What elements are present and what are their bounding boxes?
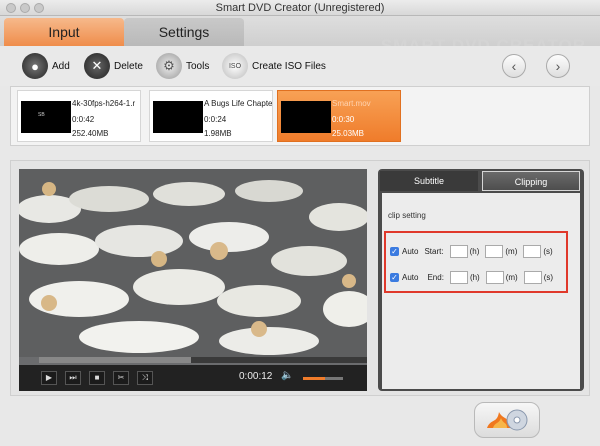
end-hours-input[interactable] bbox=[449, 270, 468, 284]
clip-duration: 0:0:30 bbox=[332, 115, 355, 124]
chevron-left-icon: ‹ bbox=[511, 58, 517, 74]
end-label: End: bbox=[427, 272, 444, 282]
clipping-settings: clip setting ✓ Auto Start: (h) (m) (s) ✓… bbox=[382, 193, 580, 389]
start-hours-input[interactable] bbox=[449, 244, 468, 258]
add-button[interactable]: ● Add bbox=[22, 52, 70, 80]
clip-size: 1.98MB bbox=[204, 129, 232, 138]
hours-unit: (h) bbox=[469, 246, 480, 256]
seconds-unit: (s) bbox=[543, 272, 554, 282]
seek-bar[interactable] bbox=[39, 357, 367, 363]
title-bar: Smart DVD Creator (Unregistered) bbox=[0, 0, 600, 16]
stop-icon: ■ bbox=[94, 373, 100, 382]
gear-icon: ⚙ bbox=[156, 53, 182, 79]
add-label: Add bbox=[52, 60, 70, 72]
start-auto-label: Auto bbox=[402, 246, 419, 256]
end-seconds-input[interactable] bbox=[523, 270, 542, 284]
tools-button[interactable]: ⚙ Tools bbox=[156, 52, 209, 80]
seek-bar-fill bbox=[39, 357, 191, 363]
delete-x-icon: ✕ bbox=[84, 53, 110, 79]
clip-duration: 0:0:24 bbox=[204, 115, 227, 124]
start-seconds-input[interactable] bbox=[523, 244, 542, 258]
tab-settings[interactable]: Settings bbox=[124, 18, 244, 46]
editor-area: ▶ ⏭ ■ ✂ ⤨ 0:00:12 🔈 Subtitle Clipping cl… bbox=[10, 160, 590, 396]
settings-panel: Subtitle Clipping clip setting ✓ Auto St… bbox=[378, 169, 584, 391]
burn-disc-icon bbox=[487, 409, 528, 431]
main-tabs: Input Settings SMART DVD CREATOR bbox=[0, 16, 600, 55]
play-button[interactable]: ▶ bbox=[41, 371, 57, 385]
tab-clipping[interactable]: Clipping bbox=[482, 171, 580, 191]
volume-fill bbox=[303, 377, 325, 380]
end-auto-checkbox[interactable]: ✓ bbox=[390, 272, 399, 282]
tab-subtitle[interactable]: Subtitle bbox=[380, 171, 478, 191]
minutes-unit: (m) bbox=[505, 272, 518, 282]
video-preview: ▶ ⏭ ■ ✂ ⤨ 0:00:12 🔈 bbox=[19, 169, 367, 391]
tools-label: Tools bbox=[186, 60, 210, 72]
speaker-icon: 🔈 bbox=[281, 370, 294, 381]
tab-input[interactable]: Input bbox=[4, 18, 124, 46]
zoom-window-button[interactable] bbox=[34, 3, 44, 13]
step-forward-icon: ⏭ bbox=[69, 373, 77, 382]
play-icon: ▶ bbox=[45, 373, 53, 382]
clip-item[interactable]: SB 4k-30fps-h264-1.r 0:0:42 252.40MB bbox=[17, 90, 141, 142]
burn-button[interactable] bbox=[474, 402, 540, 438]
clip-list: SB 4k-30fps-h264-1.r 0:0:42 252.40MB A B… bbox=[10, 86, 590, 146]
disc-iso-icon: ISO bbox=[222, 53, 248, 79]
clip-thumbnail bbox=[153, 101, 203, 133]
start-auto-checkbox[interactable]: ✓ bbox=[390, 246, 399, 256]
end-auto-label: Auto bbox=[402, 272, 419, 282]
stop-button[interactable]: ■ bbox=[89, 371, 105, 385]
minimize-window-button[interactable] bbox=[20, 3, 30, 13]
scissors-icon: ✂ bbox=[117, 373, 125, 382]
start-label: Start: bbox=[424, 246, 444, 256]
create-iso-button[interactable]: ISO Create ISO Files bbox=[222, 52, 326, 80]
video-frame-image bbox=[19, 169, 367, 357]
delete-label: Delete bbox=[114, 60, 143, 72]
clip-item[interactable]: A Bugs Life Chapte 0:0:24 1.98MB bbox=[149, 90, 273, 142]
cut-button[interactable]: ✂ bbox=[113, 371, 129, 385]
clip-size: 25.03MB bbox=[332, 129, 365, 138]
film-reel-icon: ● bbox=[22, 53, 48, 79]
close-window-button[interactable] bbox=[6, 3, 16, 13]
clip-thumbnail bbox=[281, 101, 331, 133]
delete-button[interactable]: ✕ Delete bbox=[84, 52, 143, 80]
start-minutes-input[interactable] bbox=[485, 244, 504, 258]
minutes-unit: (m) bbox=[505, 246, 518, 256]
next-frame-button[interactable]: ⏭ bbox=[65, 371, 81, 385]
previous-button[interactable]: ‹ bbox=[502, 54, 526, 78]
hours-unit: (h) bbox=[469, 272, 480, 282]
end-row: ✓ Auto End: (h) (m) (s) bbox=[390, 269, 553, 285]
chevron-right-icon: › bbox=[555, 58, 561, 74]
toolbar: ● Add ✕ Delete ⚙ Tools ISO Create ISO Fi… bbox=[0, 46, 600, 86]
clip-thumbnail: SB bbox=[21, 101, 71, 133]
playback-time: 0:00:12 bbox=[239, 371, 273, 382]
clip-name: Smart.mov bbox=[332, 99, 371, 108]
clip-name: 4k-30fps-h264-1.r bbox=[72, 99, 136, 108]
end-minutes-input[interactable] bbox=[485, 270, 504, 284]
volume-slider[interactable] bbox=[303, 377, 343, 380]
window-title: Smart DVD Creator (Unregistered) bbox=[215, 2, 385, 14]
create-iso-label: Create ISO Files bbox=[252, 60, 326, 72]
highlight-box: ✓ Auto Start: (h) (m) (s) ✓ Auto End: (h… bbox=[384, 231, 568, 293]
shuffle-icon: ⤨ bbox=[141, 373, 149, 382]
clip-duration: 0:0:42 bbox=[72, 115, 95, 124]
start-row: ✓ Auto Start: (h) (m) (s) bbox=[390, 243, 553, 259]
clip-name: A Bugs Life Chapte bbox=[204, 99, 272, 108]
clip-item-selected[interactable]: Smart.mov 0:0:30 25.03MB bbox=[277, 90, 401, 142]
seconds-unit: (s) bbox=[543, 246, 553, 256]
player-controls: ▶ ⏭ ■ ✂ ⤨ 0:00:12 🔈 bbox=[19, 365, 367, 391]
app-window: Smart DVD Creator (Unregistered) Input S… bbox=[0, 0, 600, 446]
shuffle-button[interactable]: ⤨ bbox=[137, 371, 153, 385]
next-button[interactable]: › bbox=[546, 54, 570, 78]
clip-setting-label: clip setting bbox=[388, 211, 426, 220]
clip-size: 252.40MB bbox=[72, 129, 109, 138]
